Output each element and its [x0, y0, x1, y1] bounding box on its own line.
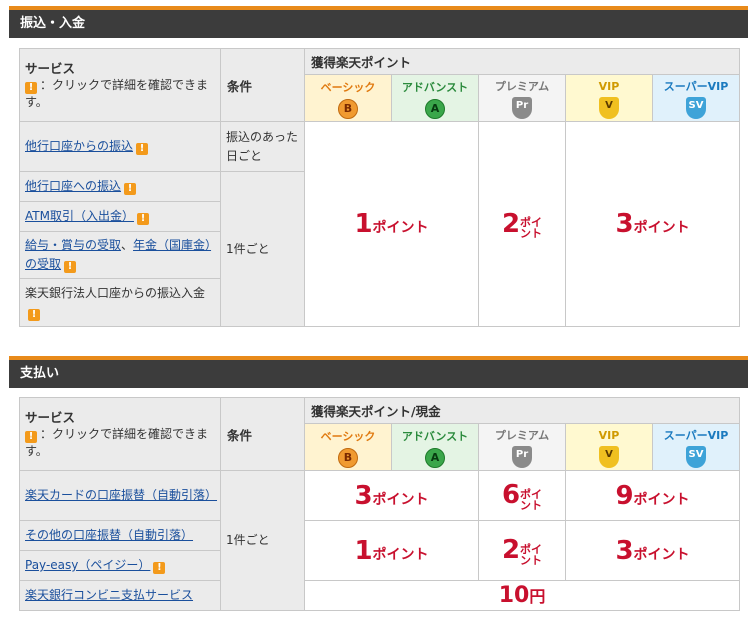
value-premium: 2ポイ ント	[478, 520, 566, 581]
service-link[interactable]: その他の口座振替（自動引落）	[25, 528, 193, 542]
service-link[interactable]: ATM取引（入出金）	[25, 209, 134, 223]
section-title: 支払い	[20, 366, 60, 381]
premium-rank-icon: Pr	[512, 97, 532, 119]
advanced-rank-icon: A	[425, 98, 445, 119]
basic-rank-icon: B	[338, 98, 358, 119]
rank-basic: ベーシック B	[304, 74, 392, 122]
service-link[interactable]: 給与・賞与の受取	[25, 238, 121, 252]
condition-header: 条件	[220, 48, 305, 122]
service-link[interactable]: Pay-easy（ペイジー）	[25, 558, 150, 572]
section-title: 振込・入金	[20, 16, 86, 31]
value-cash: 10円	[303, 580, 741, 611]
condition-header: 条件	[220, 397, 305, 471]
service-cell[interactable]: ATM取引（入出金）!	[19, 201, 221, 232]
condition-cell: 1件ごと	[220, 470, 305, 611]
super-vip-rank-icon: SV	[686, 446, 706, 468]
service-cell[interactable]: 楽天銀行コンビニ支払サービス	[19, 580, 221, 611]
value-vip-super-vip: 9ポイント	[564, 470, 741, 521]
service-cell[interactable]: 他行口座からの振込!	[19, 121, 221, 172]
warning-icon: !	[136, 143, 149, 155]
condition-cell: 振込のあった日ごと	[220, 121, 305, 172]
vip-rank-icon: V	[599, 446, 619, 468]
advanced-rank-icon: A	[425, 447, 445, 468]
warning-icon: !	[136, 213, 149, 225]
service-link[interactable]: 他行口座への振込	[25, 179, 121, 193]
service-header: サービス ! ：クリックで詳細を確認できます。	[19, 48, 221, 122]
rank-basic: ベーシック B	[304, 423, 392, 471]
warning-icon: !	[153, 562, 166, 574]
rank-vip: VIP V	[565, 423, 653, 471]
warning-icon: !	[124, 183, 137, 195]
service-cell: 楽天銀行法人口座からの振込入金!	[19, 278, 221, 327]
rank-advanced: アドバンスト A	[391, 423, 479, 471]
warning-icon: !	[28, 308, 40, 321]
rank-vip: VIP V	[565, 74, 653, 122]
points-header: 獲得楽天ポイント	[303, 48, 741, 75]
value-basic-advanced: 1ポイント	[304, 520, 479, 581]
value-premium: 2ポイ ント	[478, 121, 566, 327]
rank-super-vip: スーパーVIP SV	[651, 423, 741, 471]
warning-icon: !	[64, 261, 77, 273]
value-vip-super-vip: 3ポイント	[564, 121, 741, 327]
value-vip-super-vip: 3ポイント	[564, 520, 741, 581]
rank-advanced: アドバンスト A	[391, 74, 479, 122]
service-cell[interactable]: 楽天カードの口座振替（自動引落）	[19, 470, 221, 521]
super-vip-rank-icon: SV	[686, 97, 707, 119]
warning-icon: !	[25, 430, 37, 443]
section-header-deposit: 振込・入金	[9, 6, 748, 38]
service-link[interactable]: 他行口座からの振込	[25, 139, 133, 153]
rank-super-vip: スーパーVIP SV	[651, 74, 741, 122]
points-header: 獲得楽天ポイント/現金	[303, 397, 741, 424]
value-basic-advanced: 3ポイント	[304, 470, 479, 521]
service-header: サービス ! ：クリックで詳細を確認できます。	[19, 397, 221, 471]
section-header-payment: 支払い	[9, 356, 748, 388]
vip-rank-icon: V	[599, 97, 619, 119]
premium-rank-icon: Pr	[512, 446, 532, 468]
rank-premium: プレミアム Pr	[478, 423, 566, 471]
warning-icon: !	[25, 81, 37, 94]
service-cell[interactable]: Pay-easy（ペイジー）!	[19, 550, 221, 581]
condition-cell: 1件ごと	[220, 171, 305, 327]
payment-table: サービス ! ：クリックで詳細を確認できます。 条件 獲得楽天ポイント/現金 ベー…	[19, 397, 741, 611]
rank-premium: プレミアム Pr	[478, 74, 566, 122]
basic-rank-icon: B	[338, 447, 358, 468]
deposit-table: サービス ! ：クリックで詳細を確認できます。 条件 獲得楽天ポイント ベーシック…	[19, 48, 741, 327]
service-link[interactable]: 楽天銀行コンビニ支払サービス	[25, 588, 193, 602]
value-basic-advanced: 1ポイント	[304, 121, 479, 327]
service-cell[interactable]: その他の口座振替（自動引落）	[19, 520, 221, 551]
value-premium: 6ポイ ント	[478, 470, 566, 521]
service-link[interactable]: 楽天カードの口座振替（自動引落）	[25, 488, 217, 502]
service-cell[interactable]: 給与・賞与の受取、年金（国庫金）の受取!	[19, 231, 221, 279]
service-cell[interactable]: 他行口座への振込!	[19, 171, 221, 202]
